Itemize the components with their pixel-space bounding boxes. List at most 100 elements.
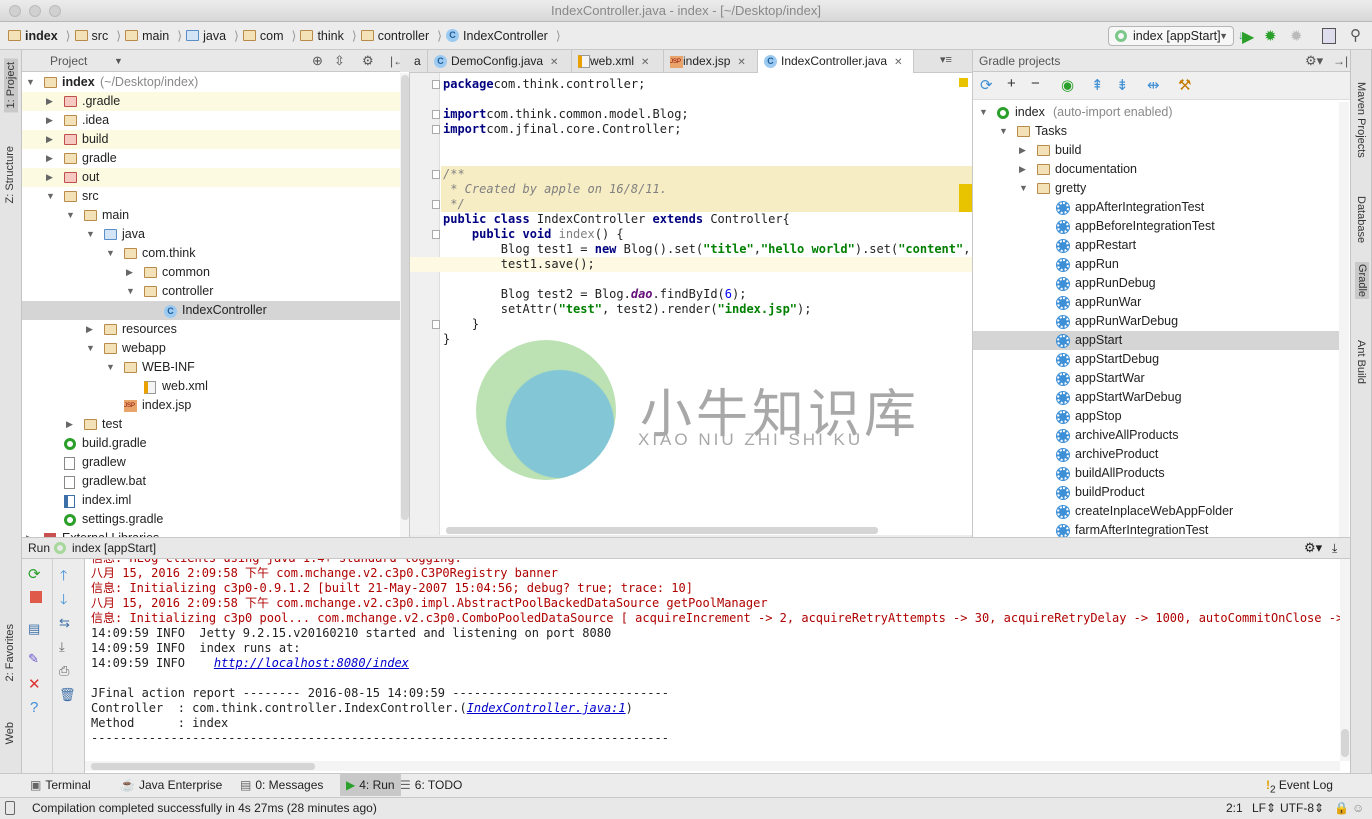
tool-tab-maven[interactable]: Maven Projects <box>1355 82 1367 158</box>
fold-marker-icon[interactable] <box>432 110 440 119</box>
editor-tab[interactable]: JSP index.jsp ✕ <box>664 50 758 72</box>
tree-item[interactable]: gradlew <box>22 453 400 472</box>
editor-tab[interactable]: a✕ <box>400 50 436 72</box>
tree-item[interactable]: web.xml <box>22 377 400 396</box>
tree-item[interactable]: ▶ build <box>22 130 400 149</box>
tool-tab-favorites[interactable]: 2: Favorites <box>4 624 16 681</box>
tree-item[interactable]: ▶ documentation <box>973 160 1339 179</box>
close-icon[interactable]: ✕ <box>28 675 41 693</box>
stop-icon[interactable] <box>30 591 42 603</box>
tree-item[interactable]: ▶ .gradle <box>22 92 400 111</box>
fold-marker-icon[interactable] <box>432 170 440 179</box>
tree-item[interactable]: settings.gradle <box>22 510 400 529</box>
tree-item[interactable]: appBeforeIntegrationTest <box>973 217 1339 236</box>
rerun-icon[interactable]: ⟳ <box>28 565 41 583</box>
gear-icon[interactable]: ⚙ <box>362 50 374 72</box>
caret-position[interactable]: 2:1 <box>1226 798 1243 818</box>
tree-item[interactable]: ▼ WEB-INF <box>22 358 400 377</box>
run-configuration-select[interactable]: index [appStart] ▼ <box>1108 26 1234 46</box>
line-separator[interactable]: LF⇕ <box>1252 798 1276 818</box>
tree-item[interactable]: farmAfterIntegrationTest <box>973 521 1339 537</box>
tool-windows-icon[interactable] <box>5 801 15 815</box>
console-link[interactable]: IndexController.java:1 <box>467 701 626 715</box>
hide-panel-icon[interactable]: →| <box>1333 50 1348 72</box>
expanded-arrow-icon[interactable]: ▼ <box>979 103 988 122</box>
file-encoding[interactable]: UTF-8⇕ <box>1280 798 1324 818</box>
settings-icon[interactable]: ⚒ <box>1178 76 1191 94</box>
tree-item[interactable]: ▶ gradle <box>22 149 400 168</box>
project-scrollbar[interactable] <box>400 73 409 537</box>
collapsed-arrow-icon[interactable]: ▶ <box>46 130 53 149</box>
collapsed-arrow-icon[interactable]: ▶ <box>26 529 33 537</box>
inspector-icon[interactable]: ☺ <box>1352 798 1364 818</box>
editor-tab[interactable]: C DemoConfig.java ✕ <box>428 50 572 72</box>
expanded-arrow-icon[interactable]: ▼ <box>1019 179 1028 198</box>
fold-marker-icon[interactable] <box>432 230 440 239</box>
expanded-arrow-icon[interactable]: ▼ <box>66 206 75 225</box>
tree-item[interactable]: appRunWar <box>973 293 1339 312</box>
tool-tab-ant[interactable]: Ant Build <box>1355 340 1367 384</box>
tree-item[interactable]: appStop <box>973 407 1339 426</box>
tree-item[interactable]: C IndexController <box>22 301 400 320</box>
soft-wrap-icon[interactable]: ⇆ <box>59 615 70 631</box>
expanded-arrow-icon[interactable]: ▼ <box>126 282 135 301</box>
tool-tab-structure[interactable]: Z: Structure <box>4 146 16 203</box>
collapsed-arrow-icon[interactable]: ▶ <box>46 111 53 130</box>
tree-item[interactable]: ▼ gretty <box>973 179 1339 198</box>
close-tab-icon[interactable]: ✕ <box>737 57 745 68</box>
search-icon[interactable]: ⚲ <box>1350 26 1361 44</box>
minimize-window-button[interactable] <box>29 5 41 17</box>
down-icon[interactable]: 🡓 <box>60 589 67 613</box>
console-link[interactable]: http://localhost:8080/index <box>214 656 409 670</box>
tree-item[interactable]: appStart <box>973 331 1339 350</box>
tree-item[interactable]: archiveProduct <box>973 445 1339 464</box>
tree-item[interactable]: appAfterIntegrationTest <box>973 198 1339 217</box>
close-tab-icon[interactable]: ✕ <box>550 57 558 68</box>
clear-all-icon[interactable]: 🗑 <box>59 687 76 703</box>
collapsed-arrow-icon[interactable]: ▶ <box>46 92 53 111</box>
hide-panel-icon[interactable]: ⤓ <box>1332 538 1337 558</box>
tool-tab-gradle[interactable]: Gradle <box>1355 262 1369 300</box>
tree-item[interactable]: ▼ java <box>22 225 400 244</box>
tree-item[interactable]: gradlew.bat <box>22 472 400 491</box>
console-output[interactable]: 信息: HLog clients using java 1.4+ standar… <box>85 559 1350 773</box>
expanded-arrow-icon[interactable]: ▼ <box>999 122 1008 141</box>
tree-item[interactable]: buildAllProducts <box>973 464 1339 483</box>
tree-item[interactable]: ▶ test <box>22 415 400 434</box>
tool-button[interactable]: ▣ Terminal <box>24 774 97 796</box>
execute-task-icon[interactable]: ◉ <box>1061 76 1074 94</box>
tree-item[interactable]: appRun <box>973 255 1339 274</box>
up-icon[interactable]: 🡑 <box>60 565 67 589</box>
close-window-button[interactable] <box>9 5 21 17</box>
tree-item[interactable]: ▼ com.think <box>22 244 400 263</box>
tree-item[interactable]: appRunWarDebug <box>973 312 1339 331</box>
tree-item[interactable]: ▼ index (auto-import enabled) <box>973 103 1339 122</box>
tree-item[interactable]: ▼ index (~/Desktop/index) <box>22 73 400 92</box>
collapse-all-icon[interactable]: ⇟ <box>1116 76 1129 94</box>
tree-item[interactable]: buildProduct <box>973 483 1339 502</box>
tree-item[interactable]: createInplaceWebAppFolder <box>973 502 1339 521</box>
pin-icon[interactable]: ✎ <box>28 651 39 667</box>
warning-marker[interactable] <box>959 184 972 212</box>
tree-item[interactable]: archiveAllProducts <box>973 426 1339 445</box>
tool-tab-project[interactable]: 1: Project <box>4 58 18 113</box>
breadcrumb-item[interactable]: index <box>8 29 58 43</box>
tool-tab-web[interactable]: Web <box>4 722 16 744</box>
collapsed-arrow-icon[interactable]: ▶ <box>86 320 93 339</box>
breadcrumb-item[interactable]: src <box>74 29 108 43</box>
collapsed-arrow-icon[interactable]: ▶ <box>1019 141 1026 160</box>
event-log-button[interactable]: !2 Event Log <box>1266 774 1333 796</box>
inspection-status-icon[interactable] <box>959 78 968 87</box>
editor-hscrollbar[interactable] <box>446 527 878 534</box>
run-tab[interactable]: index [appStart] <box>72 538 156 558</box>
tree-item[interactable]: ▼ main <box>22 206 400 225</box>
fold-marker-icon[interactable] <box>432 125 440 134</box>
help-icon[interactable]: ? <box>30 699 38 716</box>
tree-item[interactable]: ▶ build <box>973 141 1339 160</box>
expand-all-icon[interactable]: ⇞ <box>1091 76 1104 94</box>
collapsed-arrow-icon[interactable]: ▶ <box>1019 160 1026 179</box>
zoom-window-button[interactable] <box>49 5 61 17</box>
fold-marker-icon[interactable] <box>432 80 440 89</box>
tab-list-icon[interactable]: ▾≡ <box>940 53 952 66</box>
expanded-arrow-icon[interactable]: ▼ <box>106 358 115 377</box>
